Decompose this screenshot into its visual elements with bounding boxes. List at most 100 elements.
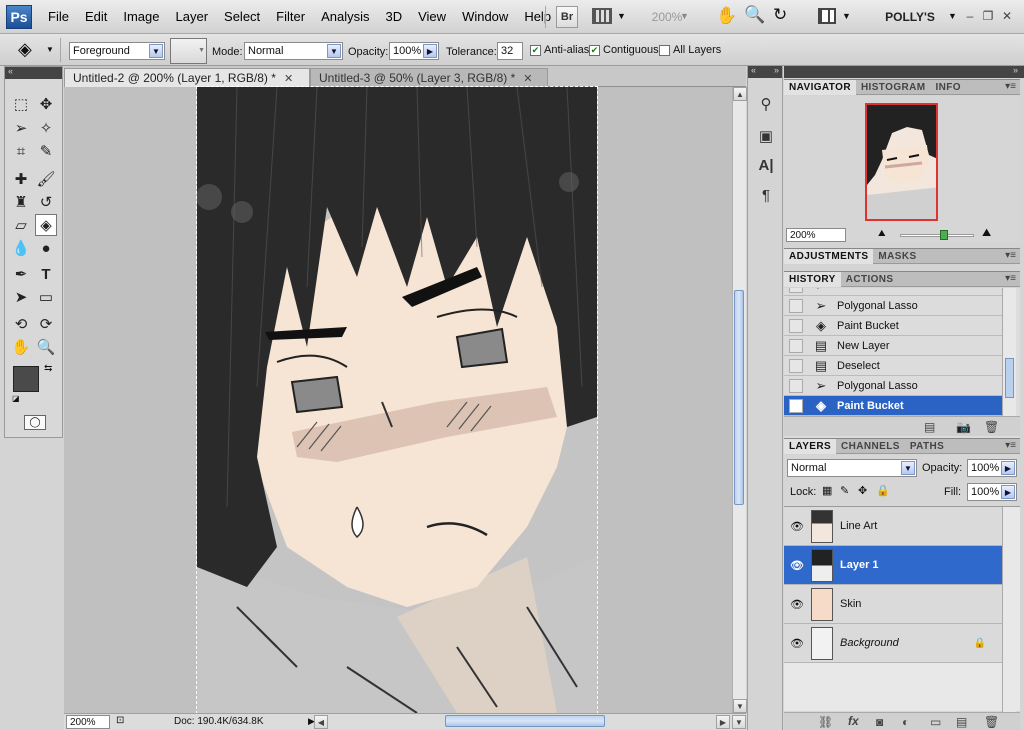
tab-layers[interactable]: LAYERS [784,439,837,454]
menu-file[interactable]: File [40,0,77,34]
tab-history[interactable]: HISTORY [784,272,841,287]
menu-layer[interactable]: Layer [168,0,217,34]
artwork-canvas[interactable] [196,86,598,714]
tab-masks[interactable]: MASKS [873,249,921,264]
chevron-down-icon[interactable]: ▼ [842,11,851,21]
menu-filter[interactable]: Filter [268,0,313,34]
scroll-up-button[interactable]: ▲ [733,87,747,101]
tab-untitled-3[interactable]: Untitled-3 @ 50% (Layer 3, RGB/8) * ✕ [310,68,548,87]
minimize-icon[interactable]: – [962,8,978,24]
scroll-down-button[interactable]: ▼ [733,699,747,713]
menu-help[interactable]: Help [516,0,559,34]
expand-icon[interactable]: » [774,65,779,75]
history-item[interactable]: ▤ Deselect [784,356,1002,376]
link-layers-icon[interactable]: ⛓ [818,715,833,729]
tab-actions[interactable]: ACTIONS [841,272,899,287]
history-item[interactable]: ➢ Polygonal Lasso [784,296,1002,316]
menu-view[interactable]: View [410,0,454,34]
mode-select[interactable]: Normal ▼ [244,42,343,60]
navigator-zoom-input[interactable]: 200% [786,228,846,242]
history-scrollbar[interactable] [1002,288,1016,416]
clone-source-icon[interactable]: ▣ [756,126,776,146]
filmstrip-icon[interactable] [592,8,612,24]
lock-all-icon[interactable]: 🔒 [876,484,890,497]
chevron-down-icon[interactable]: ▼ [948,11,957,21]
paint-bucket-tool-icon[interactable]: ◈ [35,214,57,236]
history-item[interactable]: ➢ Polygonal Lasso [784,376,1002,396]
adjustment-layer-icon[interactable]: ◐ [902,715,909,729]
menu-analysis[interactable]: Analysis [313,0,377,34]
history-item[interactable]: ◈ Paint Bucket [784,316,1002,336]
lock-pixels-icon[interactable]: ✎ [840,484,849,497]
lock-transparency-icon[interactable]: ▦ [822,484,832,497]
layer-mask-icon[interactable]: ◙ [876,715,883,729]
navigator-thumbnail[interactable] [865,103,938,221]
character-icon[interactable]: A| [756,155,776,175]
tab-untitled-2[interactable]: Untitled-2 @ 200% (Layer 1, RGB/8) * ✕ [64,68,310,87]
zoom-in-icon[interactable]: ⛰ [982,227,991,240]
rectangle-tool-icon[interactable]: ▭ [35,286,57,308]
trash-icon[interactable]: 🗑 [984,420,999,434]
expand-icon[interactable]: » [1013,65,1018,75]
zoom-slider-track[interactable] [900,234,974,237]
hand-tool-icon[interactable]: ✋ [10,336,32,358]
restore-icon[interactable]: ❐ [980,8,996,24]
rotate-view-icon[interactable]: ↻ [773,5,787,25]
magic-wand-tool-icon[interactable]: ✧ [35,117,57,139]
new-group-icon[interactable]: ▭ [930,715,941,729]
lock-position-icon[interactable]: ✥ [858,484,867,497]
hand-icon[interactable]: ✋ [716,6,737,26]
marquee-tool-icon[interactable]: ⬚ [10,93,32,115]
quick-mask-button[interactable]: ◯ [24,415,46,430]
all-layers-checkbox[interactable]: All Layers [659,44,721,56]
contiguous-checkbox[interactable]: ✔ Contiguous [589,44,659,56]
menu-image[interactable]: Image [115,0,167,34]
zoom-tool-icon[interactable]: 🔍 [35,336,57,358]
fill-input[interactable]: 100% ▶ [967,483,1017,501]
tools-panel-header[interactable]: « [5,66,62,79]
3d-orbit-tool-icon[interactable]: ⟳ [35,313,57,335]
eye-icon[interactable]: 👁 [787,637,807,650]
fill-source-select[interactable]: Foreground ▼ [69,42,165,60]
dock-header[interactable]: » [784,65,1024,78]
layer-opacity-input[interactable]: 100% ▶ [967,459,1017,477]
eye-icon[interactable]: 👁 [787,520,807,533]
snapshot-icon[interactable]: 📷 [956,420,971,434]
crop-tool-icon[interactable]: ⌗ [10,140,32,162]
tab-channels[interactable]: CHANNELS [836,439,905,454]
chevron-down-icon[interactable]: ▼ [46,45,54,54]
scroll-left-button[interactable]: ◀ [314,715,328,729]
layers-scrollbar[interactable] [1002,507,1016,712]
foreground-color-swatch[interactable] [13,366,39,392]
collapse-icon[interactable]: « [8,66,13,76]
pen-tool-icon[interactable]: ✒ [10,263,32,285]
trash-icon[interactable]: 🗑 [984,715,999,729]
panel-menu-icon[interactable]: ▾≡ [1005,273,1016,284]
eyedropper-tool-icon[interactable]: ✎ [35,140,57,162]
zoom-icon[interactable]: 🔍 [744,5,765,25]
history-item[interactable]: ▤ New Layer [784,336,1002,356]
chevron-down-icon[interactable]: ▼ [680,11,689,21]
history-brush-tool-icon[interactable]: ↺ [35,191,57,213]
dodge-tool-icon[interactable]: ● [35,237,57,259]
zoom-out-icon[interactable]: ⛰ [878,228,886,239]
status-zoom[interactable]: 200% [66,715,110,729]
layer-skin[interactable]: 👁 Skin [784,585,1002,624]
strip-header[interactable]: « » [748,65,782,78]
layer-layer-1[interactable]: 👁 Layer 1 [784,546,1002,585]
close-icon[interactable]: ✕ [284,72,293,85]
brush-tool-icon[interactable]: 🖌 [35,168,57,190]
clone-stamp-tool-icon[interactable]: ♜ [10,191,32,213]
eraser-tool-icon[interactable]: ▱ [10,214,32,236]
close-icon[interactable]: ✕ [999,8,1015,24]
history-item[interactable]: ➢ [784,288,1002,296]
move-tool-icon[interactable]: ✥ [35,93,57,115]
workspace-switcher[interactable]: POLLY'S [870,4,950,30]
eye-icon[interactable]: 👁 [787,559,807,572]
tolerance-input[interactable]: 32 [497,42,523,60]
layer-background[interactable]: 👁 Background 🔒 [784,624,1002,663]
tab-info[interactable]: INFO [930,80,966,95]
menu-select[interactable]: Select [216,0,268,34]
tab-paths[interactable]: PATHS [905,439,949,454]
close-icon[interactable]: ✕ [523,72,532,85]
